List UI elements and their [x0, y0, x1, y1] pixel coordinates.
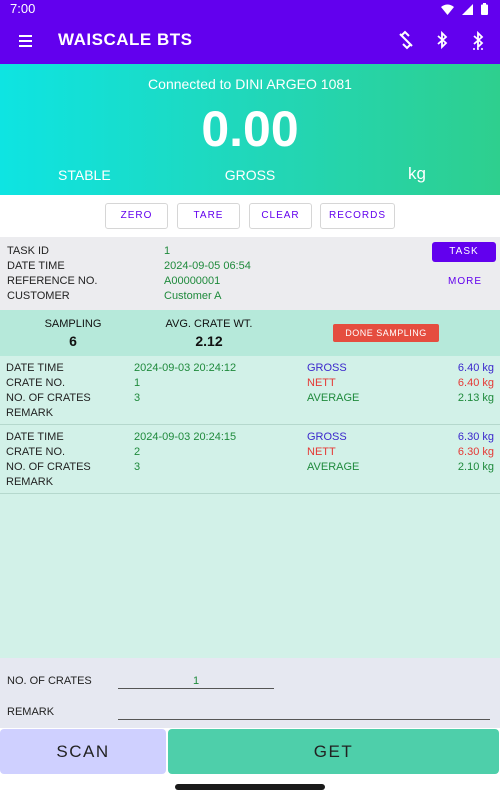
task-button[interactable]: TASK	[432, 242, 496, 262]
connection-status: Connected to DINI ARGEO 1081	[148, 76, 352, 92]
sampling-value: 6	[69, 333, 77, 349]
customer-value: Customer A	[164, 290, 222, 302]
records-list[interactable]: DATE TIME 2024-09-03 20:24:12 GROSS 6.40…	[0, 356, 500, 658]
status-icons	[441, 3, 488, 15]
wifi-icon	[441, 4, 454, 15]
gross-value: 6.30 kg	[457, 431, 494, 443]
crate-no-label: CRATE NO.	[6, 446, 66, 458]
clock: 7:00	[10, 1, 36, 16]
sampling-label: SAMPLING	[44, 318, 102, 330]
crate-no-label: CRATE NO.	[6, 377, 66, 389]
remark-label: REMARK	[6, 476, 54, 488]
clear-button[interactable]: CLEAR	[249, 203, 312, 229]
crates-field-label: NO. OF CRATES	[7, 675, 92, 687]
battery-icon	[481, 3, 488, 15]
home-gesture-handle[interactable]	[175, 784, 325, 790]
nett-label: NETT	[307, 446, 336, 458]
task-id-value: 1	[164, 245, 171, 257]
sampling-panel: SAMPLING 6 AVG. CRATE WT. 2.12 DONE SAMP…	[0, 310, 500, 356]
signal-icon	[462, 3, 473, 15]
avg-crate-weight-value: 2.12	[195, 333, 223, 349]
list-item[interactable]: DATE TIME 2024-09-03 20:24:15 GROSS 6.30…	[0, 425, 500, 494]
average-label: AVERAGE	[307, 392, 360, 404]
crates-input[interactable]: 1	[118, 675, 274, 687]
bluetooth-icon[interactable]	[434, 30, 450, 50]
list-item[interactable]: DATE TIME 2024-09-03 20:24:12 GROSS 6.40…	[0, 356, 500, 425]
customer-label: CUSTOMER	[7, 290, 70, 302]
weight-display-panel: Connected to DINI ARGEO 1081 0.00 STABLE…	[0, 64, 500, 195]
average-value: 2.10 kg	[457, 461, 494, 473]
no-of-crates-label: NO. OF CRATES	[6, 392, 91, 404]
reference-label: REFERENCE NO.	[7, 275, 98, 287]
no-of-crates-value: 3	[134, 461, 141, 473]
remark-field-label: REMARK	[7, 706, 55, 718]
app-bar: WAISCALE BTS	[0, 18, 500, 64]
zero-button[interactable]: ZERO	[105, 203, 168, 229]
average-value: 2.13 kg	[457, 392, 494, 404]
app-title: WAISCALE BTS	[58, 30, 193, 49]
no-of-crates-label: NO. OF CRATES	[6, 461, 91, 473]
nett-value: 6.40 kg	[457, 377, 494, 389]
crate-no-value: 2	[134, 446, 141, 458]
task-datetime-value: 2024-09-05 06:54	[164, 260, 251, 272]
task-info-panel: TASK ID 1 DATE TIME 2024-09-05 06:54 REF…	[0, 237, 500, 310]
crates-input-underline	[118, 688, 274, 689]
average-label: AVERAGE	[307, 461, 360, 473]
datetime-value: 2024-09-03 20:24:15	[134, 431, 237, 443]
reference-value: A00000001	[164, 275, 221, 287]
gross-value: 6.40 kg	[457, 362, 494, 374]
remark-label: REMARK	[6, 407, 54, 419]
scan-button[interactable]: SCAN	[0, 729, 166, 774]
task-datetime-label: DATE TIME	[7, 260, 65, 272]
no-of-crates-value: 3	[134, 392, 141, 404]
records-button[interactable]: RECORDS	[320, 203, 395, 229]
task-id-label: TASK ID	[7, 245, 49, 257]
datetime-label: DATE TIME	[6, 431, 64, 443]
crate-no-value: 1	[134, 377, 141, 389]
input-panel: NO. OF CRATES 1 REMARK	[0, 658, 500, 728]
app-bar-actions	[398, 30, 486, 50]
more-button[interactable]: MORE	[440, 276, 490, 287]
gross-label: GROSS	[307, 362, 347, 374]
nett-value: 6.30 kg	[457, 446, 494, 458]
get-button[interactable]: GET	[168, 729, 499, 774]
navigation-bar	[0, 774, 500, 800]
status-bar: 7:00	[0, 0, 500, 18]
link-off-icon[interactable]	[398, 30, 414, 50]
scale-button-row: ZERO TARE CLEAR RECORDS	[0, 195, 500, 237]
datetime-label: DATE TIME	[6, 362, 64, 374]
tare-button[interactable]: TARE	[177, 203, 240, 229]
remark-input-underline	[118, 719, 490, 720]
avg-crate-weight-label: AVG. CRATE WT.	[165, 318, 253, 330]
nett-label: NETT	[307, 377, 336, 389]
gross-label: GROSS	[307, 431, 347, 443]
datetime-value: 2024-09-03 20:24:12	[134, 362, 237, 374]
menu-icon[interactable]	[16, 31, 38, 51]
done-sampling-button[interactable]: DONE SAMPLING	[333, 324, 439, 342]
weight-unit: kg	[408, 164, 426, 183]
bluetooth-search-icon[interactable]	[470, 30, 486, 50]
weight-value: 0.00	[201, 101, 299, 157]
